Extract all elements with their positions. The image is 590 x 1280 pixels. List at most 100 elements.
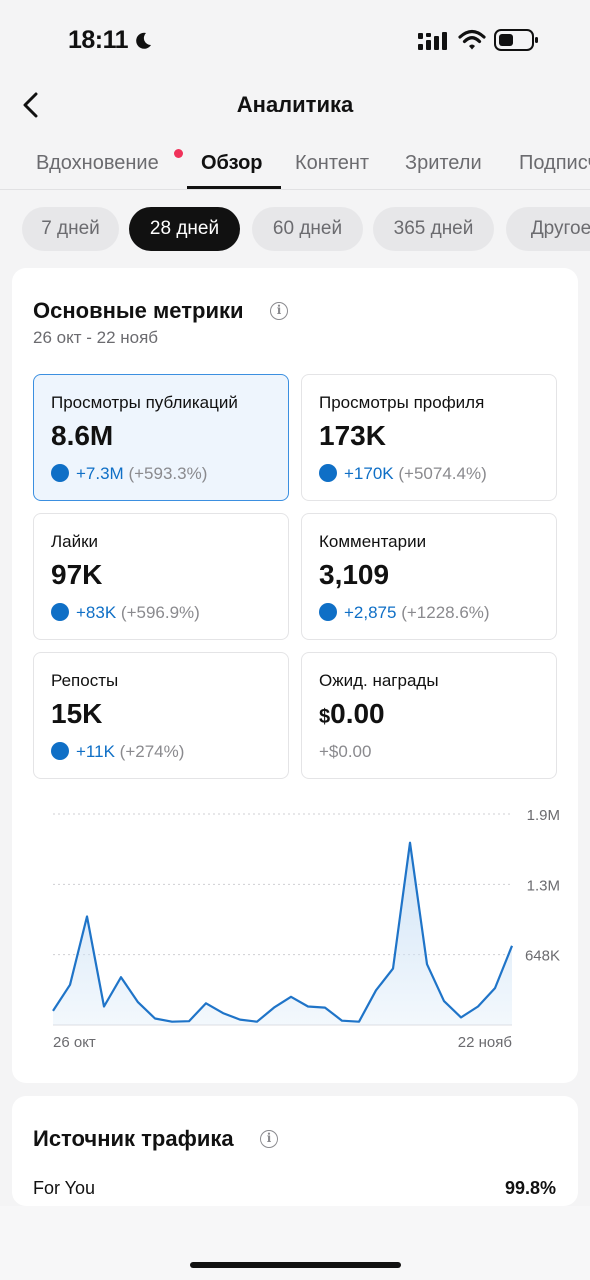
data-point — [137, 1001, 139, 1003]
data-point — [375, 989, 377, 991]
y-tick-label: 1.3M — [527, 877, 560, 894]
date-range: 26 окт - 22 нояб — [33, 328, 159, 347]
metric-change: +83K (+596.9%) — [51, 603, 200, 623]
metric-reposts[interactable]: Репосты 15K +11K (+274%) — [33, 652, 289, 779]
data-point — [426, 963, 428, 965]
arrow-up-icon — [319, 603, 337, 621]
tab-inspiration[interactable]: Вдохновение — [36, 152, 159, 175]
change-abs: +83K — [76, 603, 117, 622]
change-pct: (+593.3%) — [128, 464, 208, 483]
data-point — [205, 1002, 207, 1004]
period-28-days[interactable]: 28 дней — [129, 207, 240, 251]
notification-dot — [174, 149, 183, 158]
data-point — [392, 967, 394, 969]
data-point — [273, 1006, 275, 1008]
page-title: Аналитика — [236, 92, 354, 117]
period-custom[interactable]: Другое — [506, 207, 590, 251]
metric-label: Просмотры профиля — [319, 393, 485, 412]
metric-profile-views[interactable]: Просмотры профиля 173K +170K (+5074.4%) — [301, 374, 557, 501]
data-point — [511, 945, 513, 947]
data-point — [188, 1020, 190, 1022]
metric-value-number: 0.00 — [330, 698, 385, 729]
data-point — [222, 1012, 224, 1014]
metric-value: 8.6M — [51, 420, 114, 451]
tab-bar: Вдохновение Обзор Контент Зрители Подпис… — [0, 140, 590, 190]
key-metrics-title: Основные метрики — [33, 298, 244, 323]
tab-content[interactable]: Контент — [295, 152, 369, 175]
tab-overview[interactable]: Обзор — [201, 152, 263, 175]
data-point — [256, 1021, 258, 1023]
data-point — [460, 1016, 462, 1018]
metric-likes[interactable]: Лайки 97K +83K (+596.9%) — [33, 513, 289, 640]
status-bar: 18:11 — [0, 0, 590, 80]
active-tab-indicator — [187, 186, 281, 189]
period-60-days[interactable]: 60 дней — [252, 207, 363, 251]
moon-icon — [136, 32, 151, 49]
data-point — [443, 1000, 445, 1002]
metric-label: Ожид. награды — [319, 671, 439, 690]
traffic-source-label: For You — [33, 1178, 96, 1198]
change-abs: +$0.00 — [319, 742, 372, 761]
nav-bar: Аналитика — [0, 80, 590, 130]
metric-value: 15K — [51, 698, 103, 729]
change-pct: (+1228.6%) — [401, 603, 490, 622]
data-point — [358, 1021, 360, 1023]
change-pct: (+596.9%) — [120, 603, 200, 622]
traffic-source-value: 99.8% — [504, 1178, 556, 1198]
metric-value: 97K — [51, 559, 103, 590]
data-point — [171, 1021, 173, 1023]
change-abs: +170K — [344, 464, 394, 483]
metric-value: 173K — [319, 420, 386, 451]
metric-post-views[interactable]: Просмотры публикаций 8.6M +7.3M (+593.3%… — [33, 374, 289, 501]
period-365-days[interactable]: 365 дней — [373, 207, 494, 251]
metric-value: $0.00 — [319, 698, 385, 730]
metric-label: Репосты — [51, 671, 119, 690]
key-metrics-card: Основные метрики i 26 окт - 22 нояб Прос… — [12, 268, 578, 1083]
cellular-signal-icon — [418, 32, 447, 50]
traffic-source-title: Источник трафика — [33, 1126, 234, 1151]
data-point — [52, 1010, 54, 1012]
tab-followers[interactable]: Подписчики — [519, 152, 590, 175]
metric-value: 3,109 — [319, 559, 390, 590]
data-point — [341, 1019, 343, 1021]
metric-comments[interactable]: Комментарии 3,109 +2,875 (+1228.6%) — [301, 513, 557, 640]
data-point — [86, 915, 88, 917]
y-tick-label: 1.9M — [527, 807, 560, 824]
change-pct: (+5074.4%) — [398, 464, 487, 483]
tab-viewers[interactable]: Зрители — [405, 152, 482, 175]
data-point — [154, 1017, 156, 1019]
metric-label: Комментарии — [319, 532, 427, 551]
period-7-days[interactable]: 7 дней — [22, 207, 119, 251]
data-point — [307, 1005, 309, 1007]
data-point — [120, 976, 122, 978]
data-point — [69, 984, 71, 986]
post-views-chart: 1.9M 1.3M 648K 26 окт 22 нояб — [52, 807, 560, 1051]
data-point — [409, 841, 411, 843]
change-abs: +7.3M — [76, 464, 124, 483]
traffic-source-card: Источник трафика i For You 99.8% — [12, 1096, 578, 1206]
period-selector: 7 дней 28 дней 60 дней 365 дней Другое — [0, 207, 590, 251]
y-tick-label: 648K — [525, 948, 560, 965]
data-point — [477, 1005, 479, 1007]
change-abs: +2,875 — [344, 603, 397, 622]
metric-change: +170K (+5074.4%) — [319, 464, 487, 484]
info-icon[interactable]: i — [260, 1130, 278, 1148]
battery-icon — [494, 29, 538, 51]
data-point — [103, 1005, 105, 1007]
metric-change: +$0.00 — [319, 742, 371, 762]
info-icon[interactable]: i — [270, 302, 288, 320]
currency-symbol: $ — [319, 706, 331, 728]
x-tick-label: 26 окт — [53, 1034, 96, 1051]
change-abs: +11K — [76, 742, 115, 761]
arrow-up-icon — [51, 742, 69, 760]
x-tick-label: 22 нояб — [458, 1034, 512, 1051]
wifi-icon — [458, 29, 486, 50]
metric-label: Лайки — [51, 532, 99, 551]
data-point — [290, 996, 292, 998]
home-indicator[interactable] — [190, 1262, 401, 1268]
data-point — [494, 987, 496, 989]
data-point — [239, 1018, 241, 1020]
change-pct: (+274%) — [119, 742, 185, 761]
metric-estimated-rewards[interactable]: Ожид. награды $0.00 +$0.00 — [301, 652, 557, 779]
metric-label: Просмотры публикаций — [51, 393, 238, 412]
